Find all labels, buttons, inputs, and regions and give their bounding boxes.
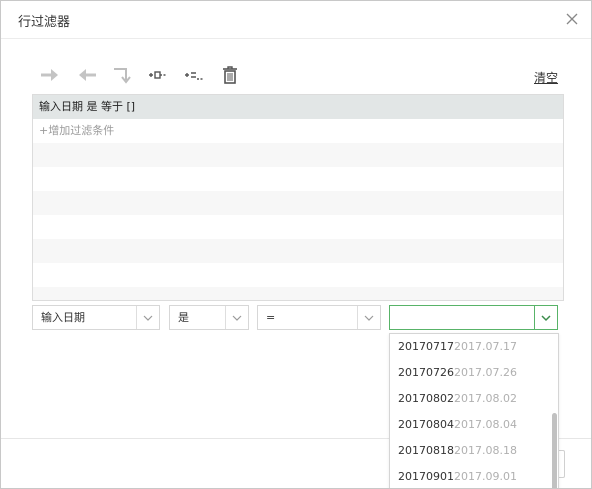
option-code: 20170726 — [398, 366, 454, 379]
operator-select[interactable]: = — [257, 305, 381, 330]
option-code: 20170804 — [398, 418, 454, 431]
arrow-left-icon[interactable] — [76, 65, 98, 85]
option-date: 2017.08.04 — [454, 418, 517, 431]
add-filter-condition-link[interactable]: +增加过滤条件 — [33, 119, 563, 143]
field-select-value: 输入日期 — [41, 311, 85, 324]
chevron-down-icon[interactable] — [225, 306, 248, 329]
option-code: 20170901 — [398, 470, 454, 483]
dropdown-option[interactable]: 201707172017.07.17 — [390, 334, 558, 360]
negation-select[interactable]: 是 — [169, 305, 249, 330]
value-dropdown-list: 201707172017.07.17 201707262017.07.26 20… — [389, 333, 559, 488]
dropdown-option[interactable]: 201708042017.08.04 — [390, 412, 558, 438]
negation-select-value: 是 — [178, 311, 189, 324]
option-date: 2017.07.26 — [454, 366, 517, 379]
row-filter-dialog: 行过滤器 清空 输入日期 是 等于 [] +增加过滤条件 输入日期 是 = 20… — [0, 0, 592, 489]
chevron-down-icon[interactable] — [534, 306, 557, 329]
empty-row — [33, 287, 563, 300]
dialog-title-bar: 行过滤器 — [1, 1, 591, 39]
return-arrow-icon[interactable] — [111, 65, 133, 85]
dropdown-option[interactable]: 201708182017.08.18 — [390, 438, 558, 464]
option-code: 20170818 — [398, 444, 454, 457]
option-date: 2017.08.02 — [454, 392, 517, 405]
dropdown-option[interactable]: 201708022017.08.02 — [390, 386, 558, 412]
close-icon[interactable] — [563, 10, 581, 28]
chevron-down-icon[interactable] — [136, 306, 159, 329]
dialog-title: 行过滤器 — [18, 15, 71, 30]
clear-button[interactable]: 清空 — [534, 69, 558, 86]
operator-select-value: = — [266, 311, 276, 324]
value-combobox[interactable] — [389, 305, 558, 330]
field-select[interactable]: 输入日期 — [32, 305, 160, 330]
outdent-icon[interactable] — [183, 65, 205, 85]
empty-row — [33, 167, 563, 191]
dropdown-scrollbar-thumb[interactable] — [552, 413, 557, 488]
trash-icon[interactable] — [219, 65, 241, 85]
option-code: 20170717 — [398, 340, 454, 353]
option-code: 20170802 — [398, 392, 454, 405]
empty-row — [33, 191, 563, 215]
option-date: 2017.08.18 — [454, 444, 517, 457]
empty-row — [33, 143, 563, 167]
dropdown-option[interactable]: 201709012017.09.01 — [390, 464, 558, 488]
option-date: 2017.09.01 — [454, 470, 517, 483]
dropdown-option[interactable]: 201707262017.07.26 — [390, 360, 558, 386]
filter-condition-row[interactable]: 输入日期 是 等于 [] — [33, 95, 563, 119]
empty-row — [33, 263, 563, 287]
filter-condition-list: 输入日期 是 等于 [] +增加过滤条件 — [32, 94, 564, 301]
empty-row — [33, 239, 563, 263]
option-date: 2017.07.17 — [454, 340, 517, 353]
arrow-right-icon[interactable] — [39, 65, 61, 85]
empty-row — [33, 215, 563, 239]
chevron-down-icon[interactable] — [357, 306, 380, 329]
indent-icon[interactable] — [147, 65, 169, 85]
